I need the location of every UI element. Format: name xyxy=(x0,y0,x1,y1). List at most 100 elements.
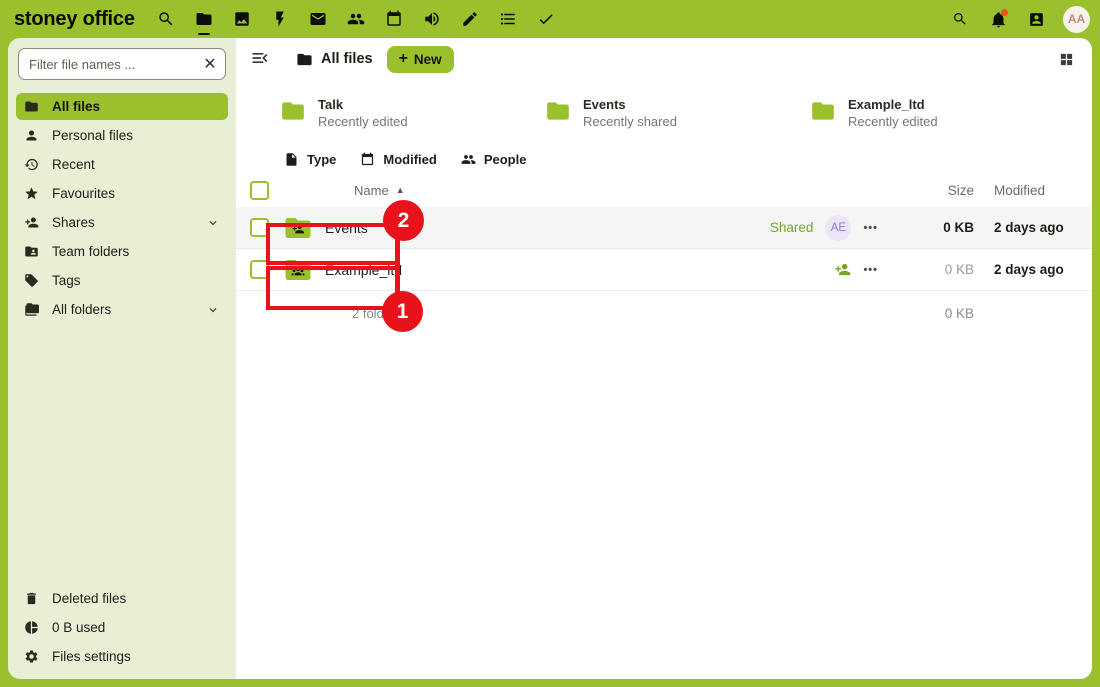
annotation-badge-2: 2 xyxy=(383,200,424,241)
sidebar-item-tags[interactable]: Tags xyxy=(16,267,228,294)
recommendation-subtitle: Recently edited xyxy=(848,113,938,130)
name-header-label: Name xyxy=(354,183,389,198)
calendar-app-icon[interactable] xyxy=(375,0,413,38)
sidebar-item-team-folders[interactable]: Team folders xyxy=(16,238,228,265)
person-icon xyxy=(24,128,39,143)
sidebar-item-label: Tags xyxy=(52,273,81,288)
share-action-icon[interactable] xyxy=(834,261,851,278)
sidebar-nav: All files Personal files Recent Favourit… xyxy=(8,90,236,324)
file-size: 0 KB xyxy=(894,262,974,277)
recommendation-subtitle: Recently edited xyxy=(318,113,408,130)
filter-people-button[interactable]: People xyxy=(461,152,527,167)
folder-users-icon xyxy=(24,244,39,259)
files-app-icon[interactable] xyxy=(185,0,223,38)
row-menu-icon[interactable]: ••• xyxy=(863,264,878,276)
filter-type-button[interactable]: Type xyxy=(284,152,336,167)
notes-app-icon[interactable] xyxy=(451,0,489,38)
sidebar-item-favourites[interactable]: Favourites xyxy=(16,180,228,207)
annotation-rect-example-ltd xyxy=(266,266,399,310)
sidebar-item-recent[interactable]: Recent xyxy=(16,151,228,178)
chevron-down-icon[interactable] xyxy=(206,216,220,230)
search-app-icon[interactable] xyxy=(147,0,185,38)
row-actions: ••• xyxy=(664,261,894,278)
sidebar-item-label: All folders xyxy=(52,302,111,317)
gear-icon xyxy=(24,649,39,664)
sidebar-item-all-folders[interactable]: All folders xyxy=(16,296,228,323)
sidebar-item-label: All files xyxy=(52,99,100,114)
filter-label: People xyxy=(484,152,527,167)
folder-icon xyxy=(296,51,313,68)
filter-label: Type xyxy=(307,152,336,167)
column-header-name[interactable]: Name ▲ xyxy=(354,183,664,198)
column-header-modified[interactable]: Modified xyxy=(994,183,1074,198)
tasks-app-icon[interactable] xyxy=(489,0,527,38)
quota-icon xyxy=(24,620,39,635)
sidebar-item-all-files[interactable]: All files xyxy=(16,93,228,120)
content-toolbar: All files + New xyxy=(236,38,1092,80)
sidebar-item-label: Shares xyxy=(52,215,95,230)
filter-label: Modified xyxy=(383,152,436,167)
filter-files-input[interactable] xyxy=(18,48,226,80)
recommendation-text: Events Recently shared xyxy=(583,96,677,130)
recommendation-text: Talk Recently edited xyxy=(318,96,408,130)
sort-ascending-icon: ▲ xyxy=(396,185,405,195)
mail-app-icon[interactable] xyxy=(299,0,337,38)
unified-search-icon[interactable] xyxy=(941,0,979,38)
file-size: 0 KB xyxy=(894,220,974,235)
activity-app-icon[interactable] xyxy=(261,0,299,38)
recommendation-subtitle: Recently shared xyxy=(583,113,677,130)
talk-app-icon[interactable] xyxy=(413,0,451,38)
trash-icon xyxy=(24,591,39,606)
row-menu-icon[interactable]: ••• xyxy=(863,222,878,234)
breadcrumb-label: All files xyxy=(321,51,373,67)
chevron-down-icon[interactable] xyxy=(206,303,220,317)
shared-link[interactable]: Shared xyxy=(770,220,814,235)
user-avatar[interactable]: AA xyxy=(1063,6,1090,33)
sidebar-item-label: Recent xyxy=(52,157,95,172)
summary-total-size: 0 KB xyxy=(894,306,974,321)
account-plus-icon xyxy=(24,215,39,230)
collapse-sidebar-icon[interactable] xyxy=(250,48,272,70)
sidebar-item-label: Deleted files xyxy=(52,591,126,606)
grid-view-toggle-icon[interactable] xyxy=(1052,45,1080,73)
sidebar-footer: Deleted files 0 B used Files settings xyxy=(8,584,236,679)
star-icon xyxy=(24,186,39,201)
sidebar-item-files-settings[interactable]: Files settings xyxy=(16,643,228,670)
select-all-checkbox[interactable] xyxy=(250,181,269,200)
breadcrumb[interactable]: All files xyxy=(296,51,373,68)
checkmark-app-icon[interactable] xyxy=(527,0,565,38)
recommendation-title: Events xyxy=(583,96,677,113)
sidebar-item-deleted-files[interactable]: Deleted files xyxy=(16,585,228,612)
contacts-app-icon[interactable] xyxy=(337,0,375,38)
recommended-files: Talk Recently edited Events Recently sha… xyxy=(236,80,1092,140)
sidebar-item-label: Favourites xyxy=(52,186,115,201)
history-icon xyxy=(24,157,39,172)
recommendation-title: Example_ltd xyxy=(848,96,938,113)
file-modified: 2 days ago xyxy=(994,262,1074,277)
photos-app-icon[interactable] xyxy=(223,0,261,38)
recommendation-events[interactable]: Events Recently shared xyxy=(545,96,810,130)
folder-icon xyxy=(24,99,39,114)
contacts-menu-icon[interactable] xyxy=(1017,0,1055,38)
sidebar-item-shares[interactable]: Shares xyxy=(16,209,228,236)
recommendation-title: Talk xyxy=(318,96,408,113)
column-header-size[interactable]: Size xyxy=(894,183,974,198)
recommendation-example-ltd[interactable]: Example_ltd Recently edited xyxy=(810,96,1075,130)
row-actions: Shared AE ••• xyxy=(664,215,894,241)
filter-field-wrap: ✕ xyxy=(18,48,226,80)
recommendation-talk[interactable]: Talk Recently edited xyxy=(280,96,545,130)
app-icon-bar xyxy=(147,0,565,38)
notifications-bell-icon[interactable] xyxy=(979,0,1017,38)
clear-filter-icon[interactable]: ✕ xyxy=(202,56,218,72)
app-logo[interactable]: stoney office xyxy=(14,8,135,31)
sidebar-item-quota[interactable]: 0 B used xyxy=(16,614,228,641)
filter-modified-button[interactable]: Modified xyxy=(360,152,436,167)
sidebar-item-label: Team folders xyxy=(52,244,129,259)
file-modified: 2 days ago xyxy=(994,220,1074,235)
topbar: stoney office AA xyxy=(0,0,1100,38)
recommendation-text: Example_ltd Recently edited xyxy=(848,96,938,130)
sharee-avatar[interactable]: AE xyxy=(825,215,851,241)
new-button[interactable]: + New xyxy=(387,46,454,73)
files-sidebar: ✕ All files Personal files Recent Favour… xyxy=(8,38,236,679)
sidebar-item-personal-files[interactable]: Personal files xyxy=(16,122,228,149)
